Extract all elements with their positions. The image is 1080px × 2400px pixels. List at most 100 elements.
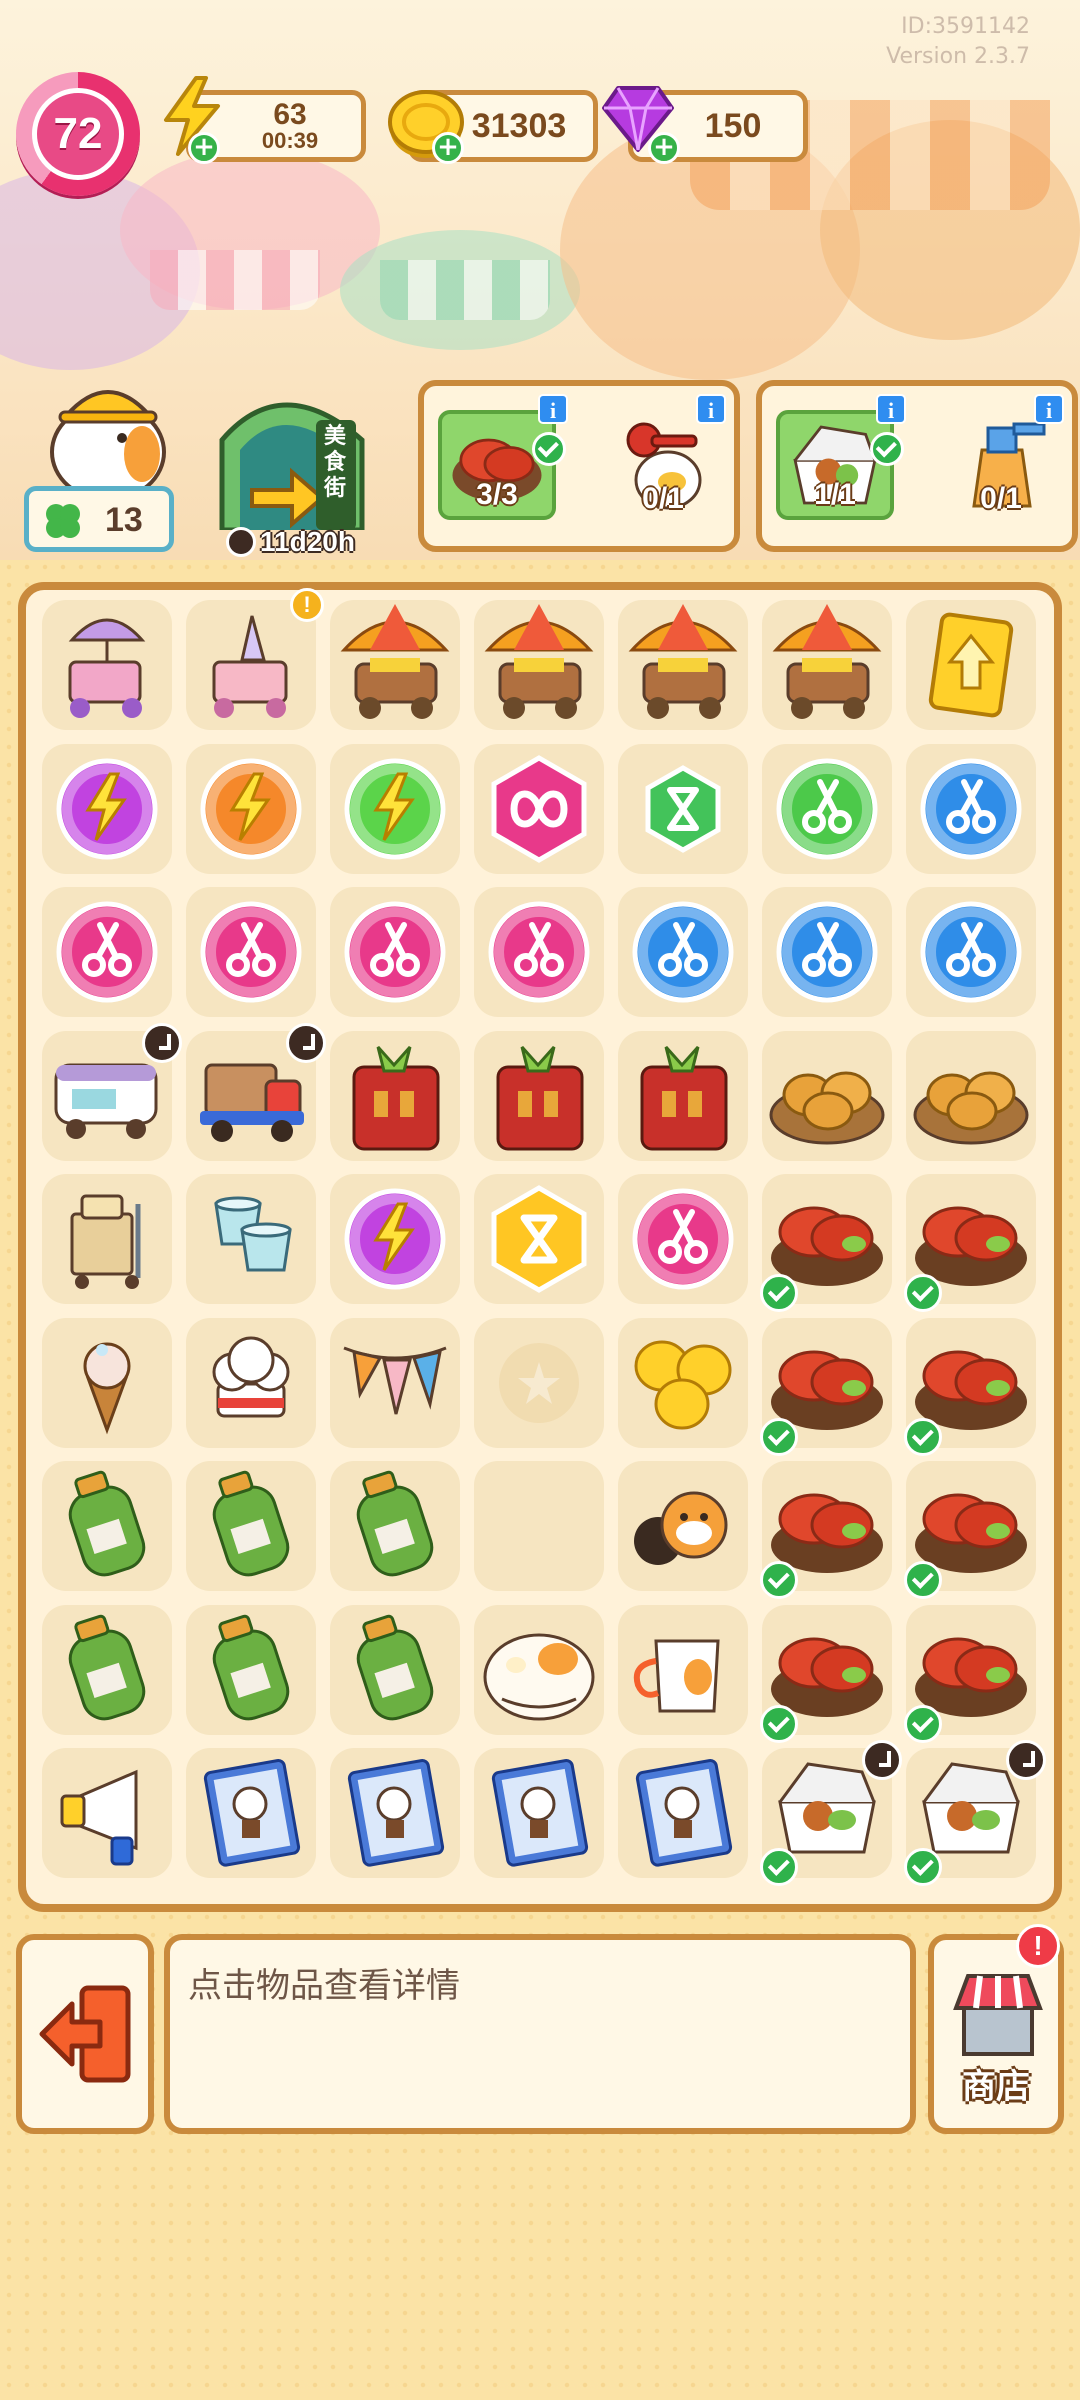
board-cell[interactable] xyxy=(618,1748,748,1878)
board-cell[interactable] xyxy=(474,1461,604,1591)
board-cell[interactable] xyxy=(762,1030,892,1161)
board-cell[interactable] xyxy=(760,1317,892,1456)
board-cell[interactable] xyxy=(474,600,604,730)
board-cell[interactable] xyxy=(618,1030,748,1161)
board-cell[interactable] xyxy=(330,1317,460,1448)
board-cell[interactable] xyxy=(186,1022,326,1161)
player-id-text: ID:3591142 xyxy=(901,14,1030,39)
info-icon[interactable]: i xyxy=(696,394,726,424)
board-cell[interactable] xyxy=(906,743,1036,874)
chef-hat-icon xyxy=(212,1336,290,1417)
info-icon[interactable]: i xyxy=(876,394,906,424)
parasol-cart-icon xyxy=(68,618,146,718)
board-cell[interactable] xyxy=(330,1748,460,1878)
board-cell[interactable] xyxy=(42,1748,172,1878)
board-cell[interactable] xyxy=(330,887,460,1017)
board-cell[interactable] xyxy=(330,1030,460,1161)
board-cell[interactable] xyxy=(760,1461,892,1599)
order-2-item-1[interactable]: 1/1 xyxy=(776,410,904,520)
board-cell[interactable] xyxy=(474,1317,604,1448)
ready-check-icon xyxy=(760,1417,798,1456)
board-cell[interactable] xyxy=(618,743,748,874)
scissors-bubble-blue-icon xyxy=(920,758,1022,859)
board-cell[interactable] xyxy=(330,600,460,730)
build-info: ID:3591142 Version 2.3.7 xyxy=(886,12,1030,72)
board-cell[interactable] xyxy=(904,1317,1036,1456)
board-cell[interactable] xyxy=(760,1174,892,1312)
board-cell[interactable] xyxy=(904,1604,1036,1743)
add-energy-button[interactable]: + xyxy=(188,132,220,164)
clover-counter[interactable]: 13 xyxy=(24,486,174,552)
board-cell[interactable] xyxy=(42,1461,172,1591)
order-2-item-2[interactable]: 0/1 xyxy=(942,410,1060,520)
board-cell[interactable] xyxy=(42,1174,172,1304)
shop-button[interactable]: 商店 ! xyxy=(928,1924,1064,2134)
board-cell[interactable] xyxy=(330,1461,460,1591)
board-cell[interactable] xyxy=(618,1317,748,1448)
icecream-cart-icon xyxy=(212,615,288,718)
board-cell[interactable] xyxy=(904,1740,1046,1886)
board-cell[interactable] xyxy=(760,1604,892,1743)
add-coins-button[interactable]: + xyxy=(432,132,464,164)
order-1-item-1[interactable]: 3/3 xyxy=(438,410,566,520)
board-cell[interactable] xyxy=(474,743,604,874)
raccoon-mascot-icon xyxy=(634,1491,728,1565)
board-cell[interactable] xyxy=(330,1604,460,1735)
item-detail-box: 点击物品查看详情 xyxy=(164,1934,916,2134)
merge-board[interactable]: ! xyxy=(18,582,1062,1912)
board-cell[interactable] xyxy=(904,1174,1036,1312)
board-cell[interactable]: ! xyxy=(186,588,324,730)
board-cell[interactable] xyxy=(330,1174,460,1304)
board-cell[interactable] xyxy=(42,1604,172,1735)
scissors-bubble-blue-icon xyxy=(920,901,1022,1003)
board-cell[interactable] xyxy=(904,1461,1036,1599)
info-icon[interactable]: i xyxy=(1034,394,1064,424)
umbrella-bbq-cart-icon xyxy=(628,604,738,719)
order-panel-1[interactable]: 3/3 i 0/1 i xyxy=(418,380,740,552)
board-cell[interactable] xyxy=(474,1748,604,1878)
board-cell[interactable] xyxy=(42,600,172,730)
board-cell[interactable] xyxy=(760,1740,902,1886)
board-cell[interactable] xyxy=(762,600,892,730)
board-cell[interactable] xyxy=(186,1174,316,1304)
board-cell[interactable] xyxy=(618,600,748,730)
board-cell[interactable] xyxy=(618,1174,748,1304)
order-1-item-2[interactable]: 0/1 xyxy=(604,410,722,520)
toaster-box-icon xyxy=(640,1045,728,1150)
player-level-badge[interactable]: 72 xyxy=(16,72,140,196)
empty-slot-icon xyxy=(499,1342,579,1423)
board-cell[interactable] xyxy=(906,1030,1036,1161)
exit-button[interactable] xyxy=(16,1934,154,2134)
board-cell[interactable] xyxy=(474,1030,604,1161)
order-panel-2[interactable]: 1/1 i 0/1 i xyxy=(756,380,1078,552)
board-cell[interactable] xyxy=(186,1748,316,1878)
ready-check-icon xyxy=(904,1704,942,1743)
board-cell[interactable] xyxy=(42,887,172,1017)
coin-pile-icon xyxy=(634,1340,732,1429)
board-cell[interactable] xyxy=(330,743,460,874)
board-cell[interactable] xyxy=(186,1461,316,1591)
board-cell[interactable] xyxy=(474,887,604,1017)
board-cell[interactable] xyxy=(186,1604,316,1735)
board-cell[interactable] xyxy=(42,743,172,874)
board-cell[interactable] xyxy=(474,1174,604,1304)
board-cell[interactable] xyxy=(906,600,1036,730)
ready-check-icon xyxy=(760,1274,798,1312)
board-cell[interactable] xyxy=(42,1022,182,1161)
board-cell[interactable] xyxy=(762,743,892,874)
food-street-gate-button[interactable]: 美食街 xyxy=(212,380,382,533)
board-cell[interactable] xyxy=(42,1317,172,1448)
duck-poster-icon xyxy=(347,1759,445,1867)
board-cell[interactable] xyxy=(186,1317,316,1448)
board-cell[interactable] xyxy=(186,887,316,1017)
info-icon[interactable]: i xyxy=(538,394,568,424)
board-cell[interactable] xyxy=(618,1604,748,1735)
scissors-bubble-pink-icon xyxy=(200,901,302,1003)
board-cell[interactable] xyxy=(618,887,748,1017)
board-cell[interactable] xyxy=(906,887,1036,1017)
board-cell[interactable] xyxy=(762,887,892,1017)
board-cell[interactable] xyxy=(618,1461,748,1591)
add-gems-button[interactable]: + xyxy=(648,132,680,164)
board-cell[interactable] xyxy=(186,743,316,874)
board-cell[interactable] xyxy=(474,1604,604,1735)
